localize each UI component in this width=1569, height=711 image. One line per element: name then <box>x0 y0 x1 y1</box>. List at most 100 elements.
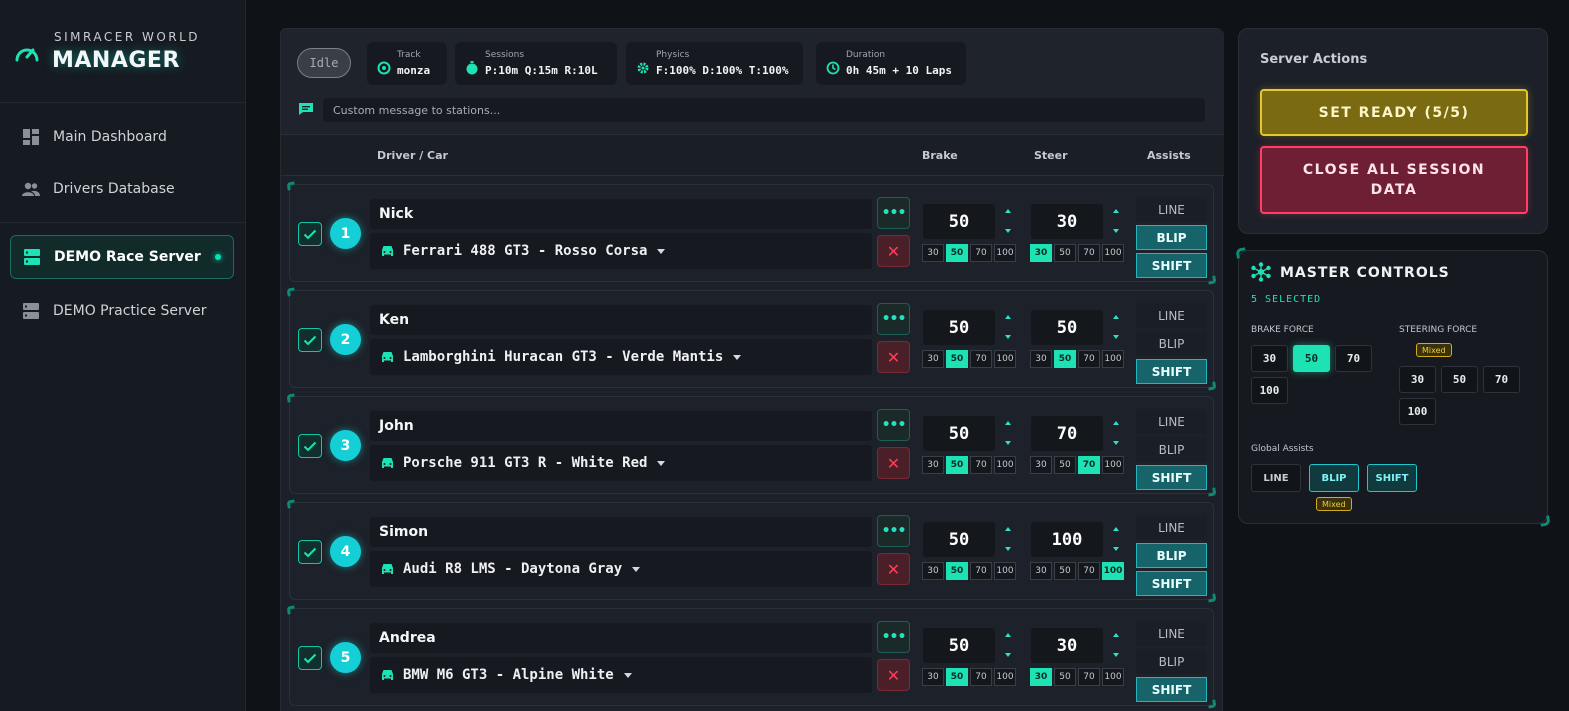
car-select-dropdown[interactable]: Lamborghini Huracan GT3 - Verde Mantis <box>370 339 872 375</box>
brake-preset-70[interactable]: 70 <box>970 562 992 580</box>
brake-preset-70[interactable]: 70 <box>970 456 992 474</box>
remove-driver-button[interactable]: ✕ <box>877 447 910 479</box>
more-options-button[interactable]: ••• <box>877 303 910 335</box>
steer-preset-30[interactable]: 30 <box>1030 456 1052 474</box>
assist-shift-toggle[interactable]: SHIFT <box>1136 571 1207 596</box>
remove-driver-button[interactable]: ✕ <box>877 659 910 691</box>
steer-value[interactable]: 50 <box>1031 310 1103 345</box>
row-select-checkbox[interactable] <box>298 222 322 246</box>
station-message-input[interactable] <box>323 98 1205 122</box>
assist-blip-toggle[interactable]: BLIP <box>1136 437 1207 462</box>
arrow-up-icon[interactable] <box>1005 209 1011 213</box>
steer-preset-70[interactable]: 70 <box>1078 244 1100 262</box>
car-select-dropdown[interactable]: Audi R8 LMS - Daytona Gray <box>370 551 872 587</box>
brake-stepper[interactable] <box>1003 631 1015 663</box>
set-ready-button[interactable]: SET READY (5/5) <box>1260 89 1528 136</box>
arrow-up-icon[interactable] <box>1005 527 1011 531</box>
nav-demo-practice-server[interactable]: DEMO Practice Server <box>10 289 234 333</box>
brake-preset-50[interactable]: 50 <box>946 244 968 262</box>
steer-preset-30[interactable]: 30 <box>1030 668 1052 686</box>
car-select-dropdown[interactable]: BMW M6 GT3 - Alpine White <box>370 657 872 693</box>
arrow-up-icon[interactable] <box>1113 209 1119 213</box>
master-brake-50[interactable]: 50 <box>1293 345 1330 372</box>
steer-preset-50[interactable]: 50 <box>1054 456 1076 474</box>
assist-line-toggle[interactable]: LINE <box>1136 621 1207 646</box>
assist-shift-toggle[interactable]: SHIFT <box>1136 359 1207 384</box>
brake-preset-30[interactable]: 30 <box>922 244 944 262</box>
steer-preset-30[interactable]: 30 <box>1030 244 1052 262</box>
assist-line-toggle[interactable]: LINE <box>1136 515 1207 540</box>
assist-shift-toggle[interactable]: SHIFT <box>1136 253 1207 278</box>
more-options-button[interactable]: ••• <box>877 197 910 229</box>
brake-stepper[interactable] <box>1003 525 1015 557</box>
steer-value[interactable]: 70 <box>1031 416 1103 451</box>
steer-stepper[interactable] <box>1111 419 1123 451</box>
nav-demo-race-server[interactable]: DEMO Race Server <box>10 235 234 279</box>
more-options-button[interactable]: ••• <box>877 621 910 653</box>
remove-driver-button[interactable]: ✕ <box>877 553 910 585</box>
arrow-up-icon[interactable] <box>1005 315 1011 319</box>
close-session-data-button[interactable]: CLOSE ALL SESSION DATA <box>1260 146 1528 214</box>
master-steer-70[interactable]: 70 <box>1483 366 1520 393</box>
brake-preset-100[interactable]: 100 <box>994 244 1016 262</box>
brake-preset-100[interactable]: 100 <box>994 456 1016 474</box>
steer-preset-50[interactable]: 50 <box>1054 244 1076 262</box>
arrow-down-icon[interactable] <box>1005 229 1011 233</box>
steer-value[interactable]: 30 <box>1031 204 1103 239</box>
arrow-down-icon[interactable] <box>1113 229 1119 233</box>
brake-stepper[interactable] <box>1003 207 1015 239</box>
assist-blip-toggle[interactable]: BLIP <box>1136 225 1207 250</box>
brake-preset-70[interactable]: 70 <box>970 244 992 262</box>
steer-value[interactable]: 30 <box>1031 628 1103 663</box>
steer-preset-70[interactable]: 70 <box>1078 456 1100 474</box>
assist-line-toggle[interactable]: LINE <box>1136 197 1207 222</box>
arrow-up-icon[interactable] <box>1005 421 1011 425</box>
assist-shift-toggle[interactable]: SHIFT <box>1136 465 1207 490</box>
brake-preset-70[interactable]: 70 <box>970 668 992 686</box>
brake-value[interactable]: 50 <box>923 310 995 345</box>
assist-line-toggle[interactable]: LINE <box>1136 409 1207 434</box>
row-select-checkbox[interactable] <box>298 328 322 352</box>
brake-preset-100[interactable]: 100 <box>994 562 1016 580</box>
nav-drivers-database[interactable]: Drivers Database <box>10 167 234 211</box>
car-select-dropdown[interactable]: Porsche 911 GT3 R - White Red <box>370 445 872 481</box>
arrow-up-icon[interactable] <box>1113 421 1119 425</box>
brake-stepper[interactable] <box>1003 419 1015 451</box>
assist-blip-toggle[interactable]: BLIP <box>1136 331 1207 356</box>
brake-preset-50[interactable]: 50 <box>946 562 968 580</box>
arrow-down-icon[interactable] <box>1113 441 1119 445</box>
nav-main-dashboard[interactable]: Main Dashboard <box>10 115 234 159</box>
steer-preset-100[interactable]: 100 <box>1102 350 1124 368</box>
assist-blip-toggle[interactable]: BLIP <box>1136 543 1207 568</box>
brake-value[interactable]: 50 <box>923 522 995 557</box>
assist-line-toggle[interactable]: LINE <box>1136 303 1207 328</box>
steer-stepper[interactable] <box>1111 207 1123 239</box>
brake-preset-30[interactable]: 30 <box>922 668 944 686</box>
more-options-button[interactable]: ••• <box>877 409 910 441</box>
steer-stepper[interactable] <box>1111 525 1123 557</box>
master-steer-100[interactable]: 100 <box>1399 398 1436 425</box>
arrow-down-icon[interactable] <box>1113 653 1119 657</box>
master-brake-70[interactable]: 70 <box>1335 345 1372 372</box>
brake-value[interactable]: 50 <box>923 204 995 239</box>
steer-stepper[interactable] <box>1111 313 1123 345</box>
arrow-down-icon[interactable] <box>1005 547 1011 551</box>
brake-preset-30[interactable]: 30 <box>922 350 944 368</box>
steer-preset-70[interactable]: 70 <box>1078 668 1100 686</box>
steer-stepper[interactable] <box>1111 631 1123 663</box>
steer-preset-50[interactable]: 50 <box>1054 562 1076 580</box>
row-select-checkbox[interactable] <box>298 434 322 458</box>
brake-value[interactable]: 50 <box>923 416 995 451</box>
brake-preset-70[interactable]: 70 <box>970 350 992 368</box>
steer-preset-100[interactable]: 100 <box>1102 456 1124 474</box>
master-steer-50[interactable]: 50 <box>1441 366 1478 393</box>
arrow-down-icon[interactable] <box>1113 547 1119 551</box>
row-select-checkbox[interactable] <box>298 646 322 670</box>
brake-preset-50[interactable]: 50 <box>946 668 968 686</box>
steer-preset-50[interactable]: 50 <box>1054 668 1076 686</box>
brake-preset-30[interactable]: 30 <box>922 562 944 580</box>
arrow-up-icon[interactable] <box>1113 527 1119 531</box>
steer-preset-100[interactable]: 100 <box>1102 244 1124 262</box>
arrow-down-icon[interactable] <box>1005 653 1011 657</box>
assist-blip-toggle[interactable]: BLIP <box>1136 649 1207 674</box>
